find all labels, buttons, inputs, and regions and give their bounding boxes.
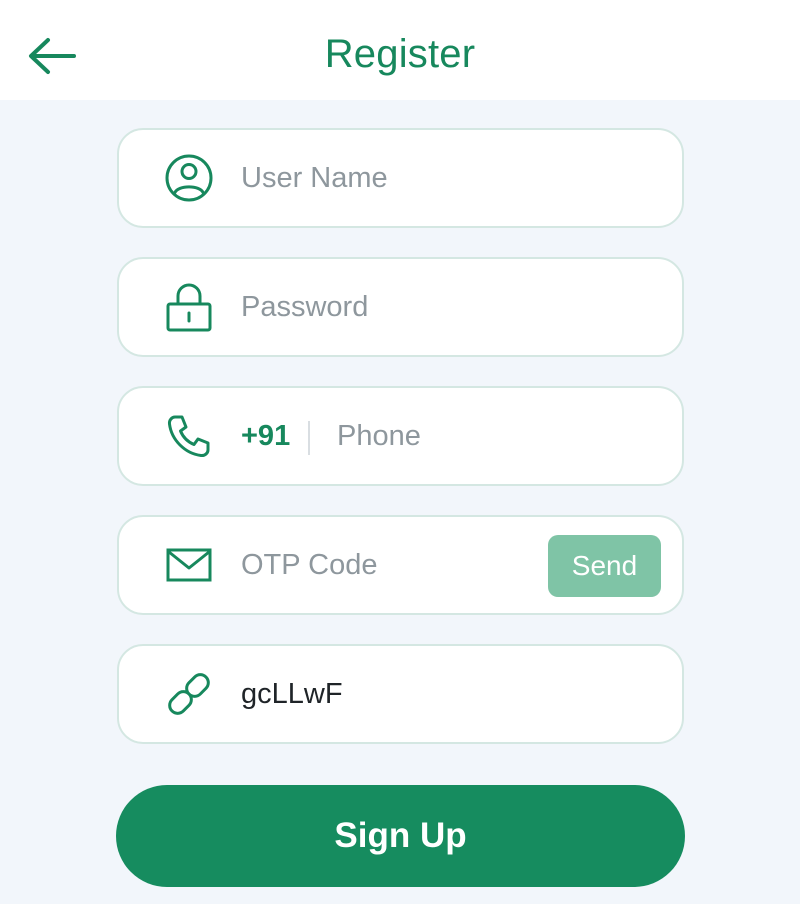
username-field[interactable]: User Name	[117, 128, 684, 228]
mail-icon	[166, 548, 212, 582]
sign-up-button[interactable]: Sign Up	[116, 785, 685, 887]
otp-field[interactable]: OTP Code Send	[117, 515, 684, 615]
otp-placeholder[interactable]: OTP Code	[241, 517, 377, 613]
link-icon	[168, 673, 210, 715]
lock-icon	[166, 283, 212, 332]
country-code[interactable]: +91	[241, 388, 290, 484]
page-title: Register	[324, 31, 476, 76]
user-icon	[165, 154, 213, 202]
send-otp-button[interactable]: Send	[548, 535, 661, 597]
phone-placeholder[interactable]: Phone	[337, 388, 421, 484]
password-field[interactable]: Password	[117, 257, 684, 357]
phone-icon	[167, 415, 210, 458]
phone-field[interactable]: +91 Phone	[117, 386, 684, 486]
separator	[308, 421, 310, 455]
invite-code-field[interactable]: gcLLwF	[117, 644, 684, 744]
username-placeholder[interactable]: User Name	[241, 130, 388, 226]
invite-code-value[interactable]: gcLLwF	[241, 646, 343, 742]
password-placeholder[interactable]: Password	[241, 259, 368, 355]
